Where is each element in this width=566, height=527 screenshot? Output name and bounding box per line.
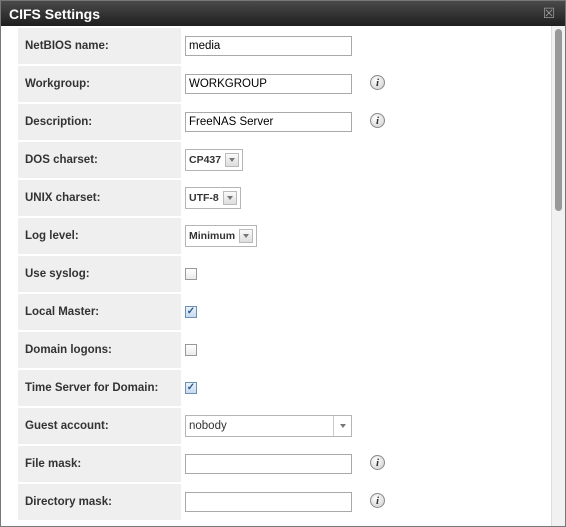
form-row-dos-charset: DOS charset: CP437 — [18, 142, 535, 178]
domain-logons-label: Domain logons: — [18, 332, 181, 368]
dos-charset-value: CP437 — [189, 154, 222, 166]
workgroup-input[interactable] — [185, 74, 352, 94]
dialog-titlebar[interactable]: CIFS Settings ☒ — [1, 1, 565, 26]
guest-account-select[interactable]: nobody — [185, 415, 352, 437]
dropdown-arrow-icon[interactable] — [333, 416, 351, 436]
form-row-time-server: Time Server for Domain: ✓ — [18, 370, 535, 406]
log-level-label: Log level: — [18, 218, 181, 254]
use-syslog-checkbox[interactable] — [185, 267, 197, 280]
form-row-directory-mask: Directory mask: i — [18, 484, 535, 520]
workgroup-label: Workgroup: — [18, 66, 181, 102]
form-row-netbios: NetBIOS name: — [18, 28, 535, 64]
form-row-description: Description: i — [18, 104, 535, 140]
settings-form: NetBIOS name: Workgroup: i Description: … — [18, 26, 535, 522]
guest-account-label: Guest account: — [18, 408, 181, 444]
netbios-label: NetBIOS name: — [18, 28, 181, 64]
file-mask-label: File mask: — [18, 446, 181, 482]
form-row-guest-account: Guest account: nobody — [18, 408, 535, 444]
form-row-domain-logons: Domain logons: — [18, 332, 535, 368]
description-input[interactable] — [185, 112, 352, 132]
netbios-name-input[interactable] — [185, 36, 352, 56]
directory-mask-label: Directory mask: — [18, 484, 181, 520]
dropdown-arrow-icon[interactable] — [222, 191, 237, 205]
log-level-value: Minimum — [189, 230, 236, 242]
dos-charset-select[interactable]: CP437 — [185, 149, 244, 171]
close-icon[interactable]: ☒ — [541, 5, 557, 22]
info-icon[interactable]: i — [370, 493, 385, 508]
info-icon[interactable]: i — [370, 113, 385, 128]
dropdown-arrow-icon[interactable] — [225, 153, 240, 167]
description-label: Description: — [18, 104, 181, 140]
local-master-label: Local Master: — [18, 294, 181, 330]
time-server-label: Time Server for Domain: — [18, 370, 181, 406]
dos-charset-label: DOS charset: — [18, 142, 181, 178]
directory-mask-input[interactable] — [185, 492, 352, 512]
checkmark-icon: ✓ — [186, 305, 196, 317]
guest-account-value: nobody — [189, 420, 227, 432]
vertical-scrollbar[interactable] — [551, 26, 565, 526]
dropdown-arrow-icon[interactable] — [239, 229, 254, 243]
time-server-checkbox[interactable]: ✓ — [185, 381, 197, 394]
form-row-use-syslog: Use syslog: — [18, 256, 535, 292]
info-icon[interactable]: i — [370, 455, 385, 470]
log-level-select[interactable]: Minimum — [185, 225, 258, 247]
form-row-unix-charset: UNIX charset: UTF-8 — [18, 180, 535, 216]
form-row-file-mask: File mask: i — [18, 446, 535, 482]
file-mask-input[interactable] — [185, 454, 352, 474]
form-row-local-master: Local Master: ✓ — [18, 294, 535, 330]
domain-logons-checkbox[interactable] — [185, 343, 197, 356]
cifs-settings-dialog: CIFS Settings ☒ NetBIOS name: Workgroup:… — [0, 0, 566, 527]
dialog-title: CIFS Settings — [9, 5, 101, 22]
local-master-checkbox[interactable]: ✓ — [185, 305, 197, 318]
unix-charset-label: UNIX charset: — [18, 180, 181, 216]
checkmark-icon: ✓ — [186, 381, 196, 393]
scrollbar-thumb[interactable] — [555, 29, 562, 211]
info-icon[interactable]: i — [370, 75, 385, 90]
unix-charset-select[interactable]: UTF-8 — [185, 187, 241, 209]
unix-charset-value: UTF-8 — [189, 192, 219, 204]
form-row-log-level: Log level: Minimum — [18, 218, 535, 254]
use-syslog-label: Use syslog: — [18, 256, 181, 292]
form-row-workgroup: Workgroup: i — [18, 66, 535, 102]
